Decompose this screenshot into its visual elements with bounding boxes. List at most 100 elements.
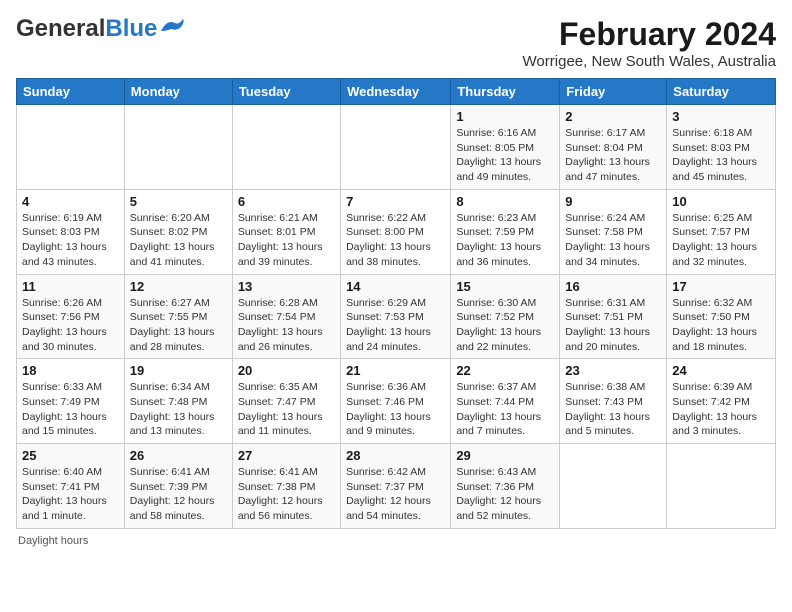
calendar-day-cell xyxy=(341,105,451,190)
day-info: Sunrise: 6:23 AMSunset: 7:59 PMDaylight:… xyxy=(456,211,554,270)
footer-text: Daylight hours xyxy=(18,535,88,547)
calendar-day-cell xyxy=(17,105,125,190)
page-header: GeneralBlue February 2024 Worrigee, New … xyxy=(16,16,776,70)
day-info: Sunrise: 6:22 AMSunset: 8:00 PMDaylight:… xyxy=(346,211,445,270)
calendar-day-cell: 12 Sunrise: 6:27 AMSunset: 7:55 PMDayligh… xyxy=(124,274,232,359)
calendar-day-cell: 11 Sunrise: 6:26 AMSunset: 7:56 PMDayligh… xyxy=(17,274,125,359)
day-info: Sunrise: 6:28 AMSunset: 7:54 PMDaylight:… xyxy=(238,296,335,355)
day-number: 10 xyxy=(672,194,770,209)
calendar-day-cell: 7Sunrise: 6:22 AMSunset: 8:00 PMDaylight… xyxy=(341,189,451,274)
calendar-day-cell: 8 Sunrise: 6:23 AMSunset: 7:59 PMDaylight… xyxy=(451,189,560,274)
calendar-week-row: 4 Sunrise: 6:19 AMSunset: 8:03 PMDaylight… xyxy=(17,189,776,274)
day-number: 24 xyxy=(672,363,770,378)
calendar-day-cell: 24 Sunrise: 6:39 AMSunset: 7:42 PMDayligh… xyxy=(667,359,776,444)
calendar-day-cell xyxy=(232,105,340,190)
day-info: Sunrise: 6:20 AMSunset: 8:02 PMDaylight:… xyxy=(130,211,227,270)
logo-text: GeneralBlue xyxy=(16,16,157,42)
calendar-day-cell: 29 Sunrise: 6:43 AMSunset: 7:36 PMDayligh… xyxy=(451,444,560,529)
day-info: Sunrise: 6:39 AMSunset: 7:42 PMDaylight:… xyxy=(672,380,770,439)
calendar-day-header: Saturday xyxy=(667,79,776,105)
day-number: 6 xyxy=(238,194,335,209)
calendar-day-cell: 13 Sunrise: 6:28 AMSunset: 7:54 PMDayligh… xyxy=(232,274,340,359)
day-number: 1 xyxy=(456,109,554,124)
day-number: 13 xyxy=(238,279,335,294)
day-number: 18 xyxy=(22,363,119,378)
calendar-header-row: SundayMondayTuesdayWednesdayThursdayFrid… xyxy=(17,79,776,105)
day-info: Sunrise: 6:31 AMSunset: 7:51 PMDaylight:… xyxy=(565,296,661,355)
calendar-week-row: 1 Sunrise: 6:16 AMSunset: 8:05 PMDaylight… xyxy=(17,105,776,190)
calendar-day-cell: 5Sunrise: 6:20 AMSunset: 8:02 PMDaylight… xyxy=(124,189,232,274)
calendar-day-cell: 20 Sunrise: 6:35 AMSunset: 7:47 PMDayligh… xyxy=(232,359,340,444)
calendar-day-header: Thursday xyxy=(451,79,560,105)
calendar-day-cell: 3 Sunrise: 6:18 AMSunset: 8:03 PMDaylight… xyxy=(667,105,776,190)
calendar-week-row: 11 Sunrise: 6:26 AMSunset: 7:56 PMDayligh… xyxy=(17,274,776,359)
day-number: 4 xyxy=(22,194,119,209)
day-info: Sunrise: 6:30 AMSunset: 7:52 PMDaylight:… xyxy=(456,296,554,355)
calendar-day-cell: 14Sunrise: 6:29 AMSunset: 7:53 PMDayligh… xyxy=(341,274,451,359)
calendar-day-cell: 19Sunrise: 6:34 AMSunset: 7:48 PMDayligh… xyxy=(124,359,232,444)
calendar-day-cell: 10 Sunrise: 6:25 AMSunset: 7:57 PMDayligh… xyxy=(667,189,776,274)
day-info: Sunrise: 6:27 AMSunset: 7:55 PMDaylight:… xyxy=(130,296,227,355)
day-info: Sunrise: 6:41 AMSunset: 7:39 PMDaylight:… xyxy=(130,465,227,524)
calendar-day-cell: 2 Sunrise: 6:17 AMSunset: 8:04 PMDaylight… xyxy=(560,105,667,190)
calendar-day-cell: 9Sunrise: 6:24 AMSunset: 7:58 PMDaylight… xyxy=(560,189,667,274)
day-number: 12 xyxy=(130,279,227,294)
calendar-day-header: Wednesday xyxy=(341,79,451,105)
day-number: 26 xyxy=(130,448,227,463)
day-number: 27 xyxy=(238,448,335,463)
day-info: Sunrise: 6:18 AMSunset: 8:03 PMDaylight:… xyxy=(672,126,770,185)
day-info: Sunrise: 6:42 AMSunset: 7:37 PMDaylight:… xyxy=(346,465,445,524)
day-number: 22 xyxy=(456,363,554,378)
logo-bird-icon xyxy=(159,17,187,37)
calendar-week-row: 25Sunrise: 6:40 AMSunset: 7:41 PMDayligh… xyxy=(17,444,776,529)
calendar-day-header: Friday xyxy=(560,79,667,105)
calendar-day-cell: 25Sunrise: 6:40 AMSunset: 7:41 PMDayligh… xyxy=(17,444,125,529)
calendar-week-row: 18 Sunrise: 6:33 AMSunset: 7:49 PMDayligh… xyxy=(17,359,776,444)
calendar-table: SundayMondayTuesdayWednesdayThursdayFrid… xyxy=(16,78,776,529)
calendar-day-header: Sunday xyxy=(17,79,125,105)
day-number: 2 xyxy=(565,109,661,124)
day-info: Sunrise: 6:32 AMSunset: 7:50 PMDaylight:… xyxy=(672,296,770,355)
day-number: 20 xyxy=(238,363,335,378)
day-info: Sunrise: 6:34 AMSunset: 7:48 PMDaylight:… xyxy=(130,380,227,439)
calendar-day-header: Monday xyxy=(124,79,232,105)
calendar-day-cell: 28Sunrise: 6:42 AMSunset: 7:37 PMDayligh… xyxy=(341,444,451,529)
calendar-day-cell: 18 Sunrise: 6:33 AMSunset: 7:49 PMDayligh… xyxy=(17,359,125,444)
calendar-day-cell xyxy=(560,444,667,529)
day-info: Sunrise: 6:33 AMSunset: 7:49 PMDaylight:… xyxy=(22,380,119,439)
calendar-day-header: Tuesday xyxy=(232,79,340,105)
day-info: Sunrise: 6:40 AMSunset: 7:41 PMDaylight:… xyxy=(22,465,119,524)
calendar-day-cell xyxy=(124,105,232,190)
day-info: Sunrise: 6:16 AMSunset: 8:05 PMDaylight:… xyxy=(456,126,554,185)
calendar-day-cell: 15 Sunrise: 6:30 AMSunset: 7:52 PMDayligh… xyxy=(451,274,560,359)
day-number: 3 xyxy=(672,109,770,124)
calendar-day-cell: 21Sunrise: 6:36 AMSunset: 7:46 PMDayligh… xyxy=(341,359,451,444)
day-number: 8 xyxy=(456,194,554,209)
calendar-day-cell: 22 Sunrise: 6:37 AMSunset: 7:44 PMDayligh… xyxy=(451,359,560,444)
day-info: Sunrise: 6:37 AMSunset: 7:44 PMDaylight:… xyxy=(456,380,554,439)
day-info: Sunrise: 6:35 AMSunset: 7:47 PMDaylight:… xyxy=(238,380,335,439)
logo-blue: Blue xyxy=(105,15,157,42)
page-subtitle: Worrigee, New South Wales, Australia xyxy=(523,53,776,70)
day-info: Sunrise: 6:43 AMSunset: 7:36 PMDaylight:… xyxy=(456,465,554,524)
calendar-day-cell xyxy=(667,444,776,529)
day-number: 14 xyxy=(346,279,445,294)
day-number: 16 xyxy=(565,279,661,294)
calendar-day-cell: 17Sunrise: 6:32 AMSunset: 7:50 PMDayligh… xyxy=(667,274,776,359)
day-number: 15 xyxy=(456,279,554,294)
calendar-day-cell: 16 Sunrise: 6:31 AMSunset: 7:51 PMDayligh… xyxy=(560,274,667,359)
day-info: Sunrise: 6:25 AMSunset: 7:57 PMDaylight:… xyxy=(672,211,770,270)
day-number: 11 xyxy=(22,279,119,294)
calendar-day-cell: 27Sunrise: 6:41 AMSunset: 7:38 PMDayligh… xyxy=(232,444,340,529)
logo-general: General xyxy=(16,15,105,42)
day-info: Sunrise: 6:26 AMSunset: 7:56 PMDaylight:… xyxy=(22,296,119,355)
calendar-day-cell: 6Sunrise: 6:21 AMSunset: 8:01 PMDaylight… xyxy=(232,189,340,274)
day-number: 29 xyxy=(456,448,554,463)
calendar-day-cell: 26 Sunrise: 6:41 AMSunset: 7:39 PMDayligh… xyxy=(124,444,232,529)
day-info: Sunrise: 6:19 AMSunset: 8:03 PMDaylight:… xyxy=(22,211,119,270)
calendar-day-cell: 23Sunrise: 6:38 AMSunset: 7:43 PMDayligh… xyxy=(560,359,667,444)
title-block: February 2024 Worrigee, New South Wales,… xyxy=(523,16,776,70)
day-info: Sunrise: 6:17 AMSunset: 8:04 PMDaylight:… xyxy=(565,126,661,185)
page-title: February 2024 xyxy=(523,16,776,53)
day-number: 21 xyxy=(346,363,445,378)
